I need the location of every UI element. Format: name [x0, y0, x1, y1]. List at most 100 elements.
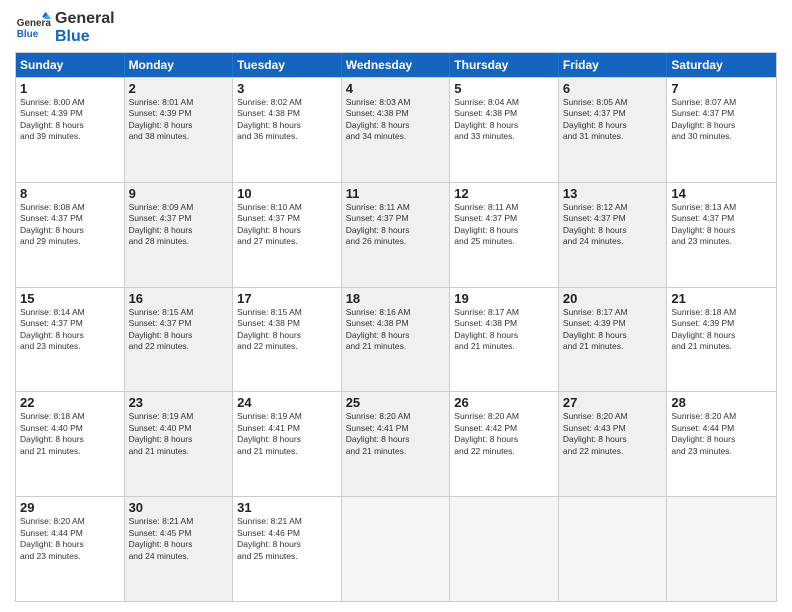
day-number: 24	[237, 395, 337, 410]
day-number: 14	[671, 186, 772, 201]
day-number: 25	[346, 395, 446, 410]
logo-icon: General Blue	[15, 10, 51, 46]
cell-info: Sunrise: 8:13 AM Sunset: 4:37 PM Dayligh…	[671, 202, 772, 248]
cell-info: Sunrise: 8:01 AM Sunset: 4:39 PM Dayligh…	[129, 97, 229, 143]
cal-cell-day-4: 4Sunrise: 8:03 AM Sunset: 4:38 PM Daylig…	[342, 78, 451, 182]
cal-cell-day-27: 27Sunrise: 8:20 AM Sunset: 4:43 PM Dayli…	[559, 392, 668, 496]
svg-text:Blue: Blue	[17, 29, 39, 40]
day-number: 7	[671, 81, 772, 96]
cell-info: Sunrise: 8:20 AM Sunset: 4:43 PM Dayligh…	[563, 411, 663, 457]
cal-cell-day-29: 29Sunrise: 8:20 AM Sunset: 4:44 PM Dayli…	[16, 497, 125, 601]
cell-info: Sunrise: 8:21 AM Sunset: 4:45 PM Dayligh…	[129, 516, 229, 562]
cell-info: Sunrise: 8:04 AM Sunset: 4:38 PM Dayligh…	[454, 97, 554, 143]
cal-cell-day-16: 16Sunrise: 8:15 AM Sunset: 4:37 PM Dayli…	[125, 288, 234, 392]
svg-text:General: General	[17, 18, 51, 29]
cal-week-3: 15Sunrise: 8:14 AM Sunset: 4:37 PM Dayli…	[16, 287, 776, 392]
cell-info: Sunrise: 8:09 AM Sunset: 4:37 PM Dayligh…	[129, 202, 229, 248]
cal-week-2: 8Sunrise: 8:08 AM Sunset: 4:37 PM Daylig…	[16, 182, 776, 287]
day-number: 18	[346, 291, 446, 306]
day-number: 17	[237, 291, 337, 306]
day-number: 12	[454, 186, 554, 201]
cal-cell-day-6: 6Sunrise: 8:05 AM Sunset: 4:37 PM Daylig…	[559, 78, 668, 182]
cal-cell-day-5: 5Sunrise: 8:04 AM Sunset: 4:38 PM Daylig…	[450, 78, 559, 182]
day-number: 16	[129, 291, 229, 306]
cell-info: Sunrise: 8:11 AM Sunset: 4:37 PM Dayligh…	[346, 202, 446, 248]
cell-info: Sunrise: 8:19 AM Sunset: 4:40 PM Dayligh…	[129, 411, 229, 457]
calendar-body: 1Sunrise: 8:00 AM Sunset: 4:39 PM Daylig…	[16, 77, 776, 601]
cal-cell-day-13: 13Sunrise: 8:12 AM Sunset: 4:37 PM Dayli…	[559, 183, 668, 287]
cal-header-friday: Friday	[559, 53, 668, 77]
cal-cell-empty	[667, 497, 776, 601]
cal-cell-day-25: 25Sunrise: 8:20 AM Sunset: 4:41 PM Dayli…	[342, 392, 451, 496]
day-number: 19	[454, 291, 554, 306]
cal-header-monday: Monday	[125, 53, 234, 77]
cal-cell-day-18: 18Sunrise: 8:16 AM Sunset: 4:38 PM Dayli…	[342, 288, 451, 392]
cal-header-tuesday: Tuesday	[233, 53, 342, 77]
cell-info: Sunrise: 8:18 AM Sunset: 4:40 PM Dayligh…	[20, 411, 120, 457]
cell-info: Sunrise: 8:20 AM Sunset: 4:42 PM Dayligh…	[454, 411, 554, 457]
cal-week-1: 1Sunrise: 8:00 AM Sunset: 4:39 PM Daylig…	[16, 77, 776, 182]
cal-cell-day-11: 11Sunrise: 8:11 AM Sunset: 4:37 PM Dayli…	[342, 183, 451, 287]
cell-info: Sunrise: 8:17 AM Sunset: 4:38 PM Dayligh…	[454, 307, 554, 353]
cal-cell-day-30: 30Sunrise: 8:21 AM Sunset: 4:45 PM Dayli…	[125, 497, 234, 601]
day-number: 27	[563, 395, 663, 410]
cell-info: Sunrise: 8:05 AM Sunset: 4:37 PM Dayligh…	[563, 97, 663, 143]
day-number: 9	[129, 186, 229, 201]
day-number: 2	[129, 81, 229, 96]
cell-info: Sunrise: 8:20 AM Sunset: 4:41 PM Dayligh…	[346, 411, 446, 457]
cell-info: Sunrise: 8:00 AM Sunset: 4:39 PM Dayligh…	[20, 97, 120, 143]
cal-cell-day-28: 28Sunrise: 8:20 AM Sunset: 4:44 PM Dayli…	[667, 392, 776, 496]
day-number: 6	[563, 81, 663, 96]
cal-cell-day-12: 12Sunrise: 8:11 AM Sunset: 4:37 PM Dayli…	[450, 183, 559, 287]
cell-info: Sunrise: 8:02 AM Sunset: 4:38 PM Dayligh…	[237, 97, 337, 143]
cal-header-saturday: Saturday	[667, 53, 776, 77]
cell-info: Sunrise: 8:15 AM Sunset: 4:37 PM Dayligh…	[129, 307, 229, 353]
cal-cell-empty	[342, 497, 451, 601]
cell-info: Sunrise: 8:18 AM Sunset: 4:39 PM Dayligh…	[671, 307, 772, 353]
day-number: 30	[129, 500, 229, 515]
cal-header-wednesday: Wednesday	[342, 53, 451, 77]
cal-cell-day-24: 24Sunrise: 8:19 AM Sunset: 4:41 PM Dayli…	[233, 392, 342, 496]
day-number: 26	[454, 395, 554, 410]
cal-cell-empty	[559, 497, 668, 601]
logo-general: General	[55, 10, 115, 28]
cal-week-4: 22Sunrise: 8:18 AM Sunset: 4:40 PM Dayli…	[16, 391, 776, 496]
cal-cell-day-2: 2Sunrise: 8:01 AM Sunset: 4:39 PM Daylig…	[125, 78, 234, 182]
day-number: 10	[237, 186, 337, 201]
day-number: 15	[20, 291, 120, 306]
cal-cell-day-31: 31Sunrise: 8:21 AM Sunset: 4:46 PM Dayli…	[233, 497, 342, 601]
day-number: 5	[454, 81, 554, 96]
cell-info: Sunrise: 8:11 AM Sunset: 4:37 PM Dayligh…	[454, 202, 554, 248]
cal-cell-day-17: 17Sunrise: 8:15 AM Sunset: 4:38 PM Dayli…	[233, 288, 342, 392]
day-number: 1	[20, 81, 120, 96]
cal-header-sunday: Sunday	[16, 53, 125, 77]
day-number: 21	[671, 291, 772, 306]
cal-cell-day-8: 8Sunrise: 8:08 AM Sunset: 4:37 PM Daylig…	[16, 183, 125, 287]
cell-info: Sunrise: 8:19 AM Sunset: 4:41 PM Dayligh…	[237, 411, 337, 457]
day-number: 8	[20, 186, 120, 201]
cal-cell-day-1: 1Sunrise: 8:00 AM Sunset: 4:39 PM Daylig…	[16, 78, 125, 182]
logo: General Blue General Blue	[15, 10, 115, 46]
calendar-header: SundayMondayTuesdayWednesdayThursdayFrid…	[16, 53, 776, 77]
cal-cell-day-22: 22Sunrise: 8:18 AM Sunset: 4:40 PM Dayli…	[16, 392, 125, 496]
cal-cell-day-3: 3Sunrise: 8:02 AM Sunset: 4:38 PM Daylig…	[233, 78, 342, 182]
cell-info: Sunrise: 8:15 AM Sunset: 4:38 PM Dayligh…	[237, 307, 337, 353]
cal-header-thursday: Thursday	[450, 53, 559, 77]
page: General Blue General Blue SundayMondayTu…	[0, 0, 792, 612]
day-number: 4	[346, 81, 446, 96]
cell-info: Sunrise: 8:08 AM Sunset: 4:37 PM Dayligh…	[20, 202, 120, 248]
cal-cell-day-23: 23Sunrise: 8:19 AM Sunset: 4:40 PM Dayli…	[125, 392, 234, 496]
cell-info: Sunrise: 8:20 AM Sunset: 4:44 PM Dayligh…	[671, 411, 772, 457]
cell-info: Sunrise: 8:10 AM Sunset: 4:37 PM Dayligh…	[237, 202, 337, 248]
day-number: 22	[20, 395, 120, 410]
cal-cell-day-19: 19Sunrise: 8:17 AM Sunset: 4:38 PM Dayli…	[450, 288, 559, 392]
day-number: 13	[563, 186, 663, 201]
cal-cell-day-10: 10Sunrise: 8:10 AM Sunset: 4:37 PM Dayli…	[233, 183, 342, 287]
day-number: 29	[20, 500, 120, 515]
logo-blue: Blue	[55, 28, 115, 46]
cell-info: Sunrise: 8:03 AM Sunset: 4:38 PM Dayligh…	[346, 97, 446, 143]
cell-info: Sunrise: 8:17 AM Sunset: 4:39 PM Dayligh…	[563, 307, 663, 353]
cal-cell-day-9: 9Sunrise: 8:09 AM Sunset: 4:37 PM Daylig…	[125, 183, 234, 287]
day-number: 20	[563, 291, 663, 306]
cell-info: Sunrise: 8:21 AM Sunset: 4:46 PM Dayligh…	[237, 516, 337, 562]
